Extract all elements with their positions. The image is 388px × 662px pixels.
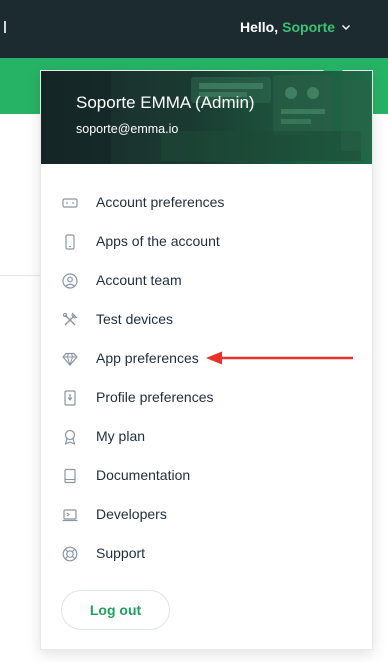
keyboard-icon [62,198,78,208]
greeting-text: Hello, [240,19,279,35]
menu-item-account-preferences[interactable]: Account preferences [41,188,372,218]
user-circle-icon [62,273,78,289]
menu-item-label: Account preferences [96,194,225,210]
award-icon [64,429,76,445]
header-background-image [41,71,371,164]
menu-item-profile-preferences[interactable]: Profile preferences [41,383,372,413]
account-header: Soporte EMMA (Admin) soporte@emma.io [41,71,372,164]
profile-card-icon [64,390,76,406]
menu-item-label: Apps of the account [96,233,220,249]
menu-item-label: Account team [96,272,182,288]
menu-item-label: Developers [96,506,167,522]
tools-icon [62,312,78,326]
menu-item-documentation[interactable]: Documentation [41,461,372,491]
diamond-icon [62,352,78,367]
menu-item-label: Profile preferences [96,389,214,405]
menu-item-label: App preferences [96,350,199,366]
menu-item-account-team[interactable]: Account team [41,266,372,296]
smartphone-icon [65,234,75,250]
terminal-icon [62,509,78,522]
account-email: soporte@emma.io [76,122,179,136]
menu-item-label: Support [96,545,146,561]
user-menu-toggle[interactable]: Hello, Soporte [240,18,351,36]
menu-item-label: Test devices [96,311,174,327]
annotation-arrow-icon [206,351,353,365]
background-divider [0,275,40,276]
top-bar: Hello, Soporte [0,0,388,58]
menu-item-apps-of-the-account[interactable]: Apps of the account [41,227,372,257]
account-name: Soporte EMMA (Admin) [76,93,255,112]
logout-button[interactable]: Log out [61,590,170,630]
menu-item-test-devices[interactable]: Test devices [41,305,372,335]
menu-item-developers[interactable]: Developers [41,500,372,530]
menu-item-label: Documentation [96,467,191,483]
lifebuoy-icon [62,546,78,562]
menu-item-label: My plan [96,428,146,444]
book-icon [64,468,76,484]
chevron-down-icon [342,25,351,30]
greeting-username: Soporte [282,19,336,35]
topbar-edge-marker [4,21,6,33]
menu-item-my-plan[interactable]: My plan [41,422,372,452]
menu-item-support[interactable]: Support [41,539,372,569]
